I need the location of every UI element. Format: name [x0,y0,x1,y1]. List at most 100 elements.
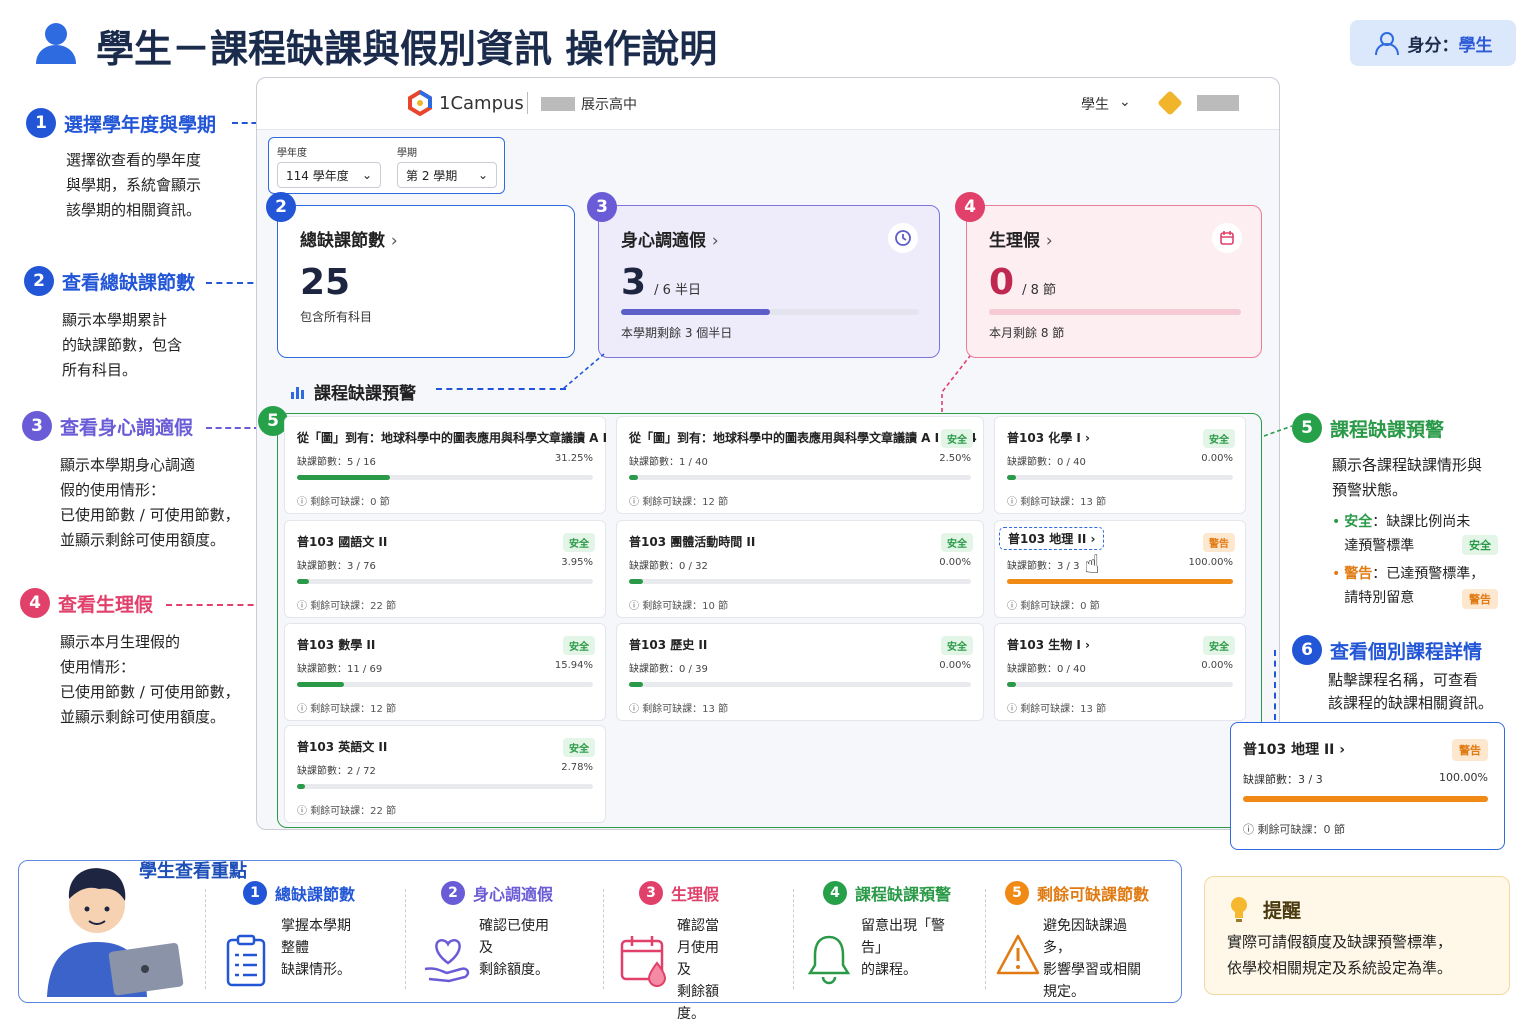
remaining-absence: ⓘ 剩餘可缺課：0 節 [297,493,390,508]
course-detail-card[interactable]: 普103 地理 II › 警告 缺課節數：3 / 3 100.00% ⓘ 剩餘可… [1230,722,1505,850]
bell-icon [807,935,851,985]
course-name[interactable]: 普103 地理 II › [999,527,1105,550]
keypoint-2-desc: 確認已使用及 剩餘額度。 [479,918,549,978]
course-card[interactable]: 普103 地理 II › 警告 缺課節數：3 / 3 100.00% ⓘ 剩餘可缺課：0… [994,520,1246,618]
course-card[interactable]: 普103 數學 II 安全 缺課節數：11 / 69 15.94% ⓘ 剩餘可缺課：12… [284,623,606,721]
absence-count: 缺課節數：1 / 40 [629,457,708,468]
term-select-value: 第 2 學期 [406,168,458,183]
cursor-hand-icon: ☝ [1084,550,1100,580]
absence-progress [297,682,593,687]
absence-percent: 15.94% [554,660,593,671]
keypoint-3-desc: 確認當月使用及 剩餘額度。 [677,918,719,1022]
absence-count: 缺課節數：3 / 76 [297,561,376,572]
absence-progress [297,579,593,584]
app-topbar: 1Campus 展示高中 學生 ⌄ [257,78,1279,130]
course-name[interactable]: 普103 歷史 II [629,636,707,653]
info-icon: ⓘ [629,704,643,715]
total-absence-card[interactable]: 2 總缺課節數 › 25 包含所有科目 [266,192,575,358]
school-name-text: 展示高中 [581,97,637,113]
total-absence-note: 包含所有科目 [300,310,373,324]
divider [405,889,406,989]
step-6-desc: 點擊課程名稱，可查看 該課程的缺課相關資訊。 [1328,671,1494,712]
course-warning-list: 5 從「圖」到有：地球科學中的圖表應用與科學文章議讀 A I 缺課節數：5 / 1… [258,406,1262,828]
total-absence-title: 總缺課節數 [300,231,385,251]
course-name[interactable]: 普103 化學 I › [1007,429,1090,446]
role-select[interactable]: 學生 ⌄ [1081,94,1131,114]
step-5-desc: 顯示各課程缺課情形與 預警狀態。 [1332,456,1483,499]
absence-progress [629,579,971,584]
role-badge: 身分：學生 [1350,20,1516,66]
detail-percent: 100.00% [1439,771,1488,784]
page-title: 學生－課程缺課與假別資訊 操作說明 [96,27,718,71]
step-3-desc: 顯示本學期身心調適 假的使用情形： 已使用節數 / 可使用節數， 並顯示剩餘可使… [60,456,240,549]
chevron-right-icon: › [390,231,398,251]
remaining-absence-text: 剩餘可缺課：12 節 [310,704,397,715]
lightbulb-icon [1231,897,1247,922]
absence-progress-fill [1007,682,1017,687]
course-name[interactable]: 普103 數學 II [297,636,375,653]
mental-leave-total: / 6 半日 [654,283,701,298]
absence-percent: 100.00% [1188,557,1234,568]
cube-icon[interactable] [1157,90,1183,116]
absence-progress [629,475,971,480]
app-logo-text: 1Campus [439,92,524,114]
absence-progress [1007,475,1233,480]
status-badge: 安全 [1203,636,1235,655]
step-2-desc: 顯示本學期累計 的缺課節數，包含 所有科目。 [62,311,183,379]
absence-progress [297,784,593,789]
course-card[interactable]: 普103 化學 I › 安全 缺課節數：0 / 40 0.00% ⓘ 剩餘可缺課：13 … [994,416,1246,514]
course-name[interactable]: 普103 生物 I › [1007,636,1090,653]
legend-warn-label: 警告 [1344,566,1373,582]
keypoint-4-title: 課程缺課預警 [855,885,952,904]
keypoint-5-desc: 避免因缺課過多， 影響學習或相關規定。 [1043,918,1141,1000]
period-leave-card[interactable]: 4 生理假 › 0 / 8 節 本月剩餘 8 節 [955,192,1262,358]
course-name[interactable]: 普103 團體活動時間 II [629,533,755,550]
status-badge: 安全 [563,636,595,655]
course-name[interactable]: 普103 國語文 II [297,533,387,550]
user-name-redacted[interactable] [1197,95,1239,111]
detail-count: 缺課節數：3 / 3 [1243,773,1323,786]
term-select[interactable]: 第 2 學期 ⌄ [397,162,497,188]
chevron-right-icon: › [1045,231,1053,251]
remaining-absence-text: 剩餘可缺課：13 節 [1020,704,1107,715]
absence-count: 缺課節數：0 / 32 [629,561,708,572]
course-card[interactable]: 普103 生物 I › 安全 缺課節數：0 / 40 0.00% ⓘ 剩餘可缺課：13 … [994,623,1246,721]
mental-leave-card[interactable]: 3 身心調適假 › 3 / 6 半日 本學期剩餘 3 個半日 [587,192,940,358]
course-name[interactable]: 普103 英語文 II [297,738,387,755]
app-logo[interactable]: 1Campus [407,90,524,116]
remaining-absence: ⓘ 剩餘可缺課：10 節 [629,597,728,612]
year-select[interactable]: 114 學年度 ⌄ [277,162,381,188]
course-card[interactable]: 普103 歷史 II 安全 缺課節數：0 / 39 0.00% ⓘ 剩餘可缺課：13 節 [616,623,984,721]
absence-count: 缺課節數：0 / 40 [1007,457,1086,468]
step-4-desc: 顯示本月生理假的 使用情形： 已使用節數 / 可使用節數， 並顯示剩餘可使用額度… [60,633,240,726]
detail-course-name[interactable]: 普103 地理 II › [1243,739,1345,759]
remaining-absence-text: 剩餘可缺課：12 節 [642,497,729,508]
step-5: 5 課程缺課預警 顯示各課程缺課情形與 預警狀態。 [1292,413,1482,503]
info-icon: ⓘ [297,704,311,715]
course-card[interactable]: 從「圖」到有：地球科學中的圖表應用與科學文章議讀 A I 2 3 4 安全缺課節數… [616,416,984,514]
status-badge: 安全 [563,533,595,552]
keypoint-5: 5 剩餘可缺課節數 避免因缺課過多， 影響學習或相關規定。 [996,881,1149,1000]
course-name[interactable]: 從「圖」到有：地球科學中的圖表應用與科學文章議讀 A I [297,429,607,446]
course-name[interactable]: 從「圖」到有：地球科學中的圖表應用與科學文章議讀 A I 2 3 4 [629,429,977,446]
absence-percent: 3.95% [561,557,593,568]
connector-mental [563,353,605,389]
info-icon: ⓘ [629,601,643,612]
status-badge: 安全 [1203,429,1235,448]
status-badge: 安全 [941,429,973,448]
course-card[interactable]: 從「圖」到有：地球科學中的圖表應用與科學文章議讀 A I 缺課節數：5 / 16 3… [284,416,607,514]
period-leave-title: 生理假 [989,231,1040,251]
course-card[interactable]: 普103 團體活動時間 II 安全 缺課節數：0 / 32 0.00% ⓘ 剩餘可缺課：… [616,520,984,618]
remaining-absence: ⓘ 剩餘可缺課：0 節 [1007,597,1100,612]
step-2-title: 查看總缺課節數 [62,271,196,294]
chevron-down-icon: ⌄ [1119,94,1131,110]
step-6: 6 查看個別課程詳情 點擊課程名稱，可查看 該課程的缺課相關資訊。 [1292,635,1493,715]
keypoint-2: 2 身心調適假 確認已使用及 剩餘額度。 [424,881,553,983]
total-absence-value: 25 [300,262,351,303]
remaining-absence-text: 剩餘可缺課：22 節 [310,601,397,612]
mental-leave-title: 身心調適假 [621,231,706,251]
badge-3: 3 [587,192,617,222]
course-card[interactable]: 普103 國語文 II 安全 缺課節數：3 / 76 3.95% ⓘ 剩餘可缺課：22 … [284,520,606,618]
course-card[interactable]: 普103 英語文 II 安全 缺課節數：2 / 72 2.78% ⓘ 剩餘可缺課：22 … [284,725,606,823]
divider [793,889,794,989]
